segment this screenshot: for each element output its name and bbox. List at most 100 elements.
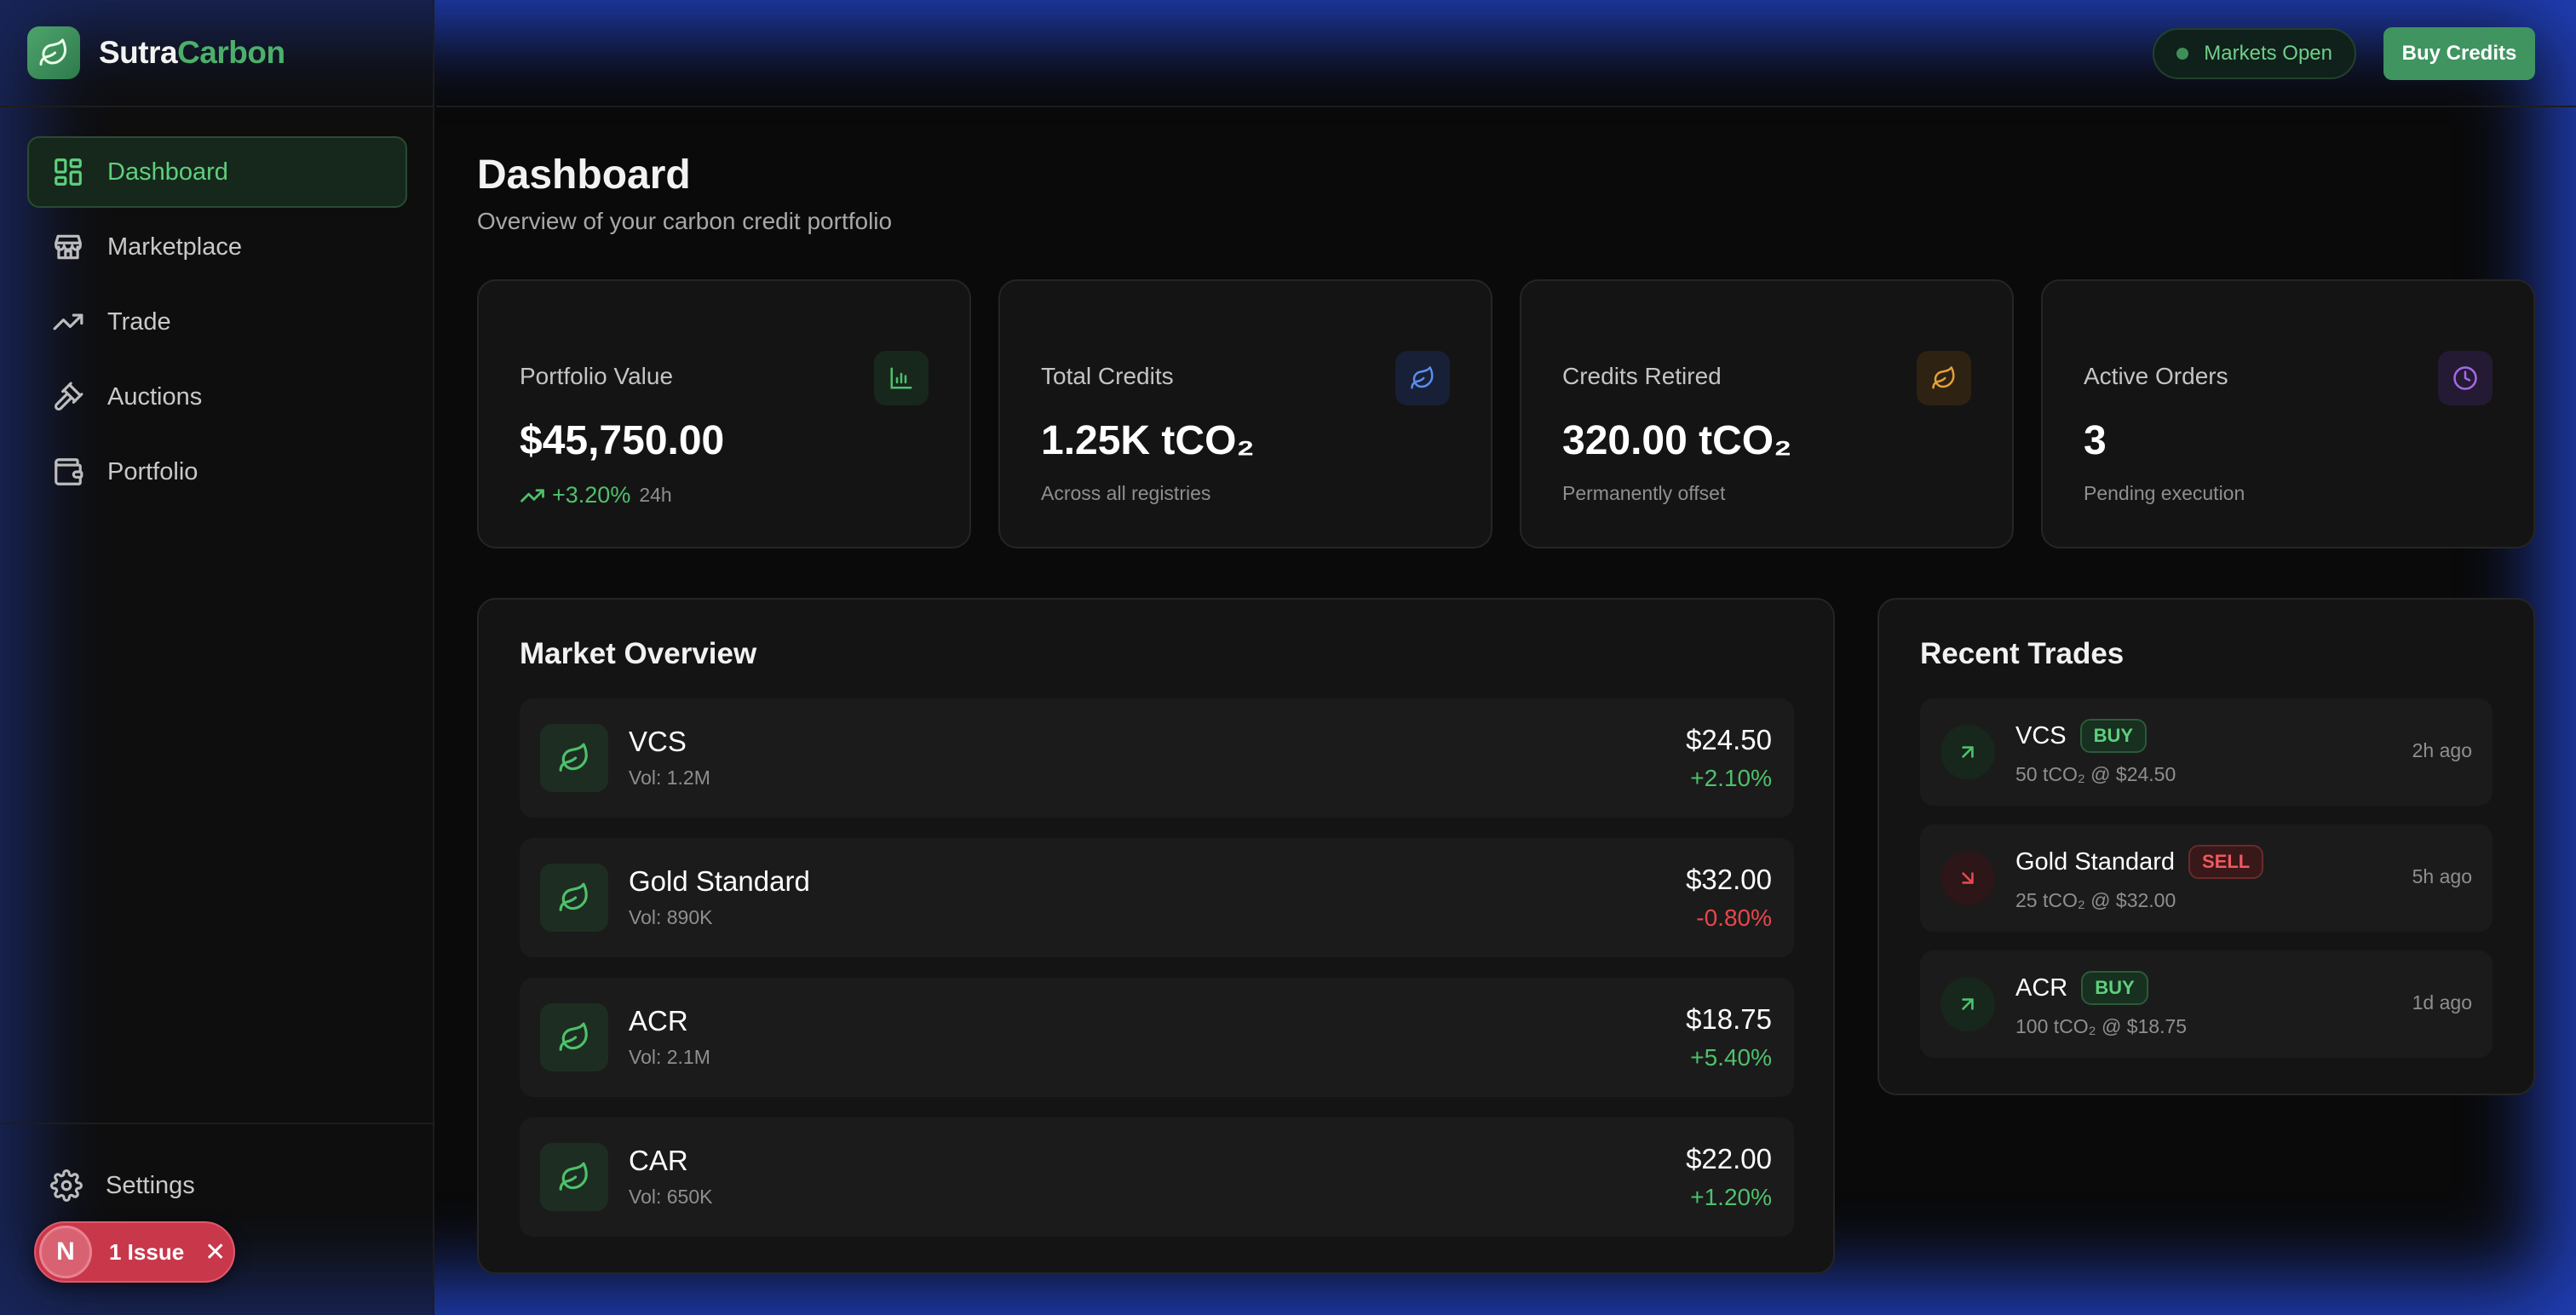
trade-detail: 50 tCO₂ @ $24.50 [2015,763,2176,785]
arrow-up-right-icon [1941,977,1995,1031]
arrow-down-right-icon [1941,851,1995,905]
market-row[interactable]: Gold Standard Vol: 890K $32.00 -0.80% [520,838,1794,957]
sidebar-item-settings[interactable]: Settings [49,1169,195,1203]
sidebar-item-label: Trade [107,307,171,336]
wallet-icon [51,455,85,489]
trade-name: ACR BUY [2015,971,2148,1005]
trade-time: 5h ago [2412,865,2472,887]
stat-value: 3 [2084,418,2107,463]
gear-icon [49,1169,83,1203]
trade-row[interactable]: ACR BUY 100 tCO₂ @ $18.75 1d ago [1920,950,2493,1058]
panel-title: Market Overview [520,637,757,670]
sidebar-item-label: Auctions [107,382,203,411]
recent-trades-panel: Recent Trades VCS BUY 50 tCO₂ @ $24.50 2… [1877,598,2535,1095]
stat-value: $45,750.00 [520,418,725,463]
sidebar-nav: Dashboard Marketplace Trade Auctions Por… [27,136,407,511]
trade-time: 2h ago [2412,739,2472,761]
trending-up-icon [520,488,544,502]
stat-label: Portfolio Value [520,363,674,389]
stat-label: Active Orders [2084,363,2228,389]
dashboard-icon [51,155,85,189]
sidebar-item-label: Settings [106,1171,195,1199]
close-icon[interactable]: ✕ [204,1237,226,1267]
stat-change-value: +3.20% [552,482,631,508]
sidebar-item-trade[interactable]: Trade [27,286,407,358]
registry-change: +1.20% [1690,1184,1772,1210]
registry-change: +2.10% [1690,765,1772,791]
brand[interactable]: SutraCarbon [0,0,434,107]
sidebar-item-label: Portfolio [107,457,198,485]
sidebar-item-marketplace[interactable]: Marketplace [27,211,407,283]
stat-card-portfolio-value: Portfolio Value $45,750.00 +3.20% 24h [477,279,971,548]
stat-subtext: Permanently offset [1562,482,1726,504]
brand-name-part2: Carbon [177,35,285,70]
store-icon [51,230,85,264]
clock-icon [2438,351,2493,405]
registry-name: VCS [629,726,687,757]
leaf-icon [540,724,608,792]
sidebar-item-dashboard[interactable]: Dashboard [27,136,407,208]
sidebar-item-label: Dashboard [107,158,228,186]
sidebar-item-label: Marketplace [107,233,242,261]
stat-label: Total Credits [1041,363,1174,389]
stat-subtext: Pending execution [2084,482,2245,504]
leaf-icon [27,26,80,79]
sidebar: SutraCarbon Dashboard Marketplace Trade [0,0,434,1315]
page-subtitle: Overview of your carbon credit portfolio [477,208,893,234]
trade-time: 1d ago [2412,991,2472,1014]
leaf-icon [1917,351,1971,405]
app-frame: SutraCarbon Dashboard Marketplace Trade [0,0,2576,1315]
registry-name: ACR [629,1005,688,1036]
market-status-badge: Markets Open [2153,28,2356,79]
stat-subtext: Across all registries [1041,482,1211,504]
market-status-label: Markets Open [2204,42,2332,65]
registry-change: -0.80% [1696,904,1772,931]
stat-change: +3.20% 24h [520,482,672,508]
page-title: Dashboard [477,152,691,198]
trade-detail: 25 tCO₂ @ $32.00 [2015,889,2176,911]
market-overview-panel: Market Overview VCS Vol: 1.2M $24.50 +2.… [477,598,1835,1274]
trade-row[interactable]: Gold Standard SELL 25 tCO₂ @ $32.00 5h a… [1920,824,2493,932]
stat-card-active-orders: Active Orders 3 Pending execution [2041,279,2535,548]
stat-card-total-credits: Total Credits 1.25K tCO₂ Across all regi… [998,279,1492,548]
market-row[interactable]: ACR Vol: 2.1M $18.75 +5.40% [520,978,1794,1097]
trade-row[interactable]: VCS BUY 50 tCO₂ @ $24.50 2h ago [1920,698,2493,806]
trade-side-badge: BUY [2081,971,2148,1005]
gavel-icon [51,380,85,414]
registry-volume: Vol: 2.1M [629,1046,710,1068]
trade-registry: VCS [2015,721,2067,749]
trade-detail: 100 tCO₂ @ $18.75 [2015,1015,2188,1037]
trade-registry: Gold Standard [2015,847,2176,876]
sidebar-item-auctions[interactable]: Auctions [27,361,407,433]
panel-title: Recent Trades [1920,637,2125,670]
leaf-icon [1395,351,1450,405]
registry-name: Gold Standard [629,865,810,897]
sidebar-item-portfolio[interactable]: Portfolio [27,436,407,508]
registry-price: $18.75 [1686,1003,1772,1035]
trade-side-badge: BUY [2079,719,2148,753]
brand-name: SutraCarbon [99,35,285,71]
stat-card-credits-retired: Credits Retired 320.00 tCO₂ Permanently … [1520,279,2014,548]
trade-name: VCS BUY [2015,719,2148,753]
market-row[interactable]: CAR Vol: 650K $22.00 +1.20% [520,1117,1794,1237]
leaf-icon [540,1143,608,1211]
sidebar-footer: Settings [0,1123,434,1202]
stat-value: 320.00 tCO₂ [1562,418,1792,463]
arrow-up-right-icon [1941,725,1995,779]
stat-label: Credits Retired [1562,363,1722,389]
trade-name: Gold Standard SELL [2015,845,2264,879]
topbar: Markets Open Buy Credits [436,0,2576,107]
issue-count: 1 Issue [109,1238,185,1265]
market-row[interactable]: VCS Vol: 1.2M $24.50 +2.10% [520,698,1794,818]
stat-change-period: 24h [639,484,672,506]
trade-side-badge: SELL [2188,845,2264,879]
bar-chart-icon [874,351,929,405]
issue-indicator[interactable]: N 1 Issue ✕ [34,1221,235,1283]
registry-volume: Vol: 890K [629,906,713,928]
registry-volume: Vol: 1.2M [629,767,710,789]
registry-name: CAR [629,1145,688,1176]
nextjs-logo: N [39,1226,92,1278]
registry-change: +5.40% [1690,1044,1772,1071]
trending-up-icon [51,305,85,339]
buy-credits-button[interactable]: Buy Credits [2383,27,2535,80]
